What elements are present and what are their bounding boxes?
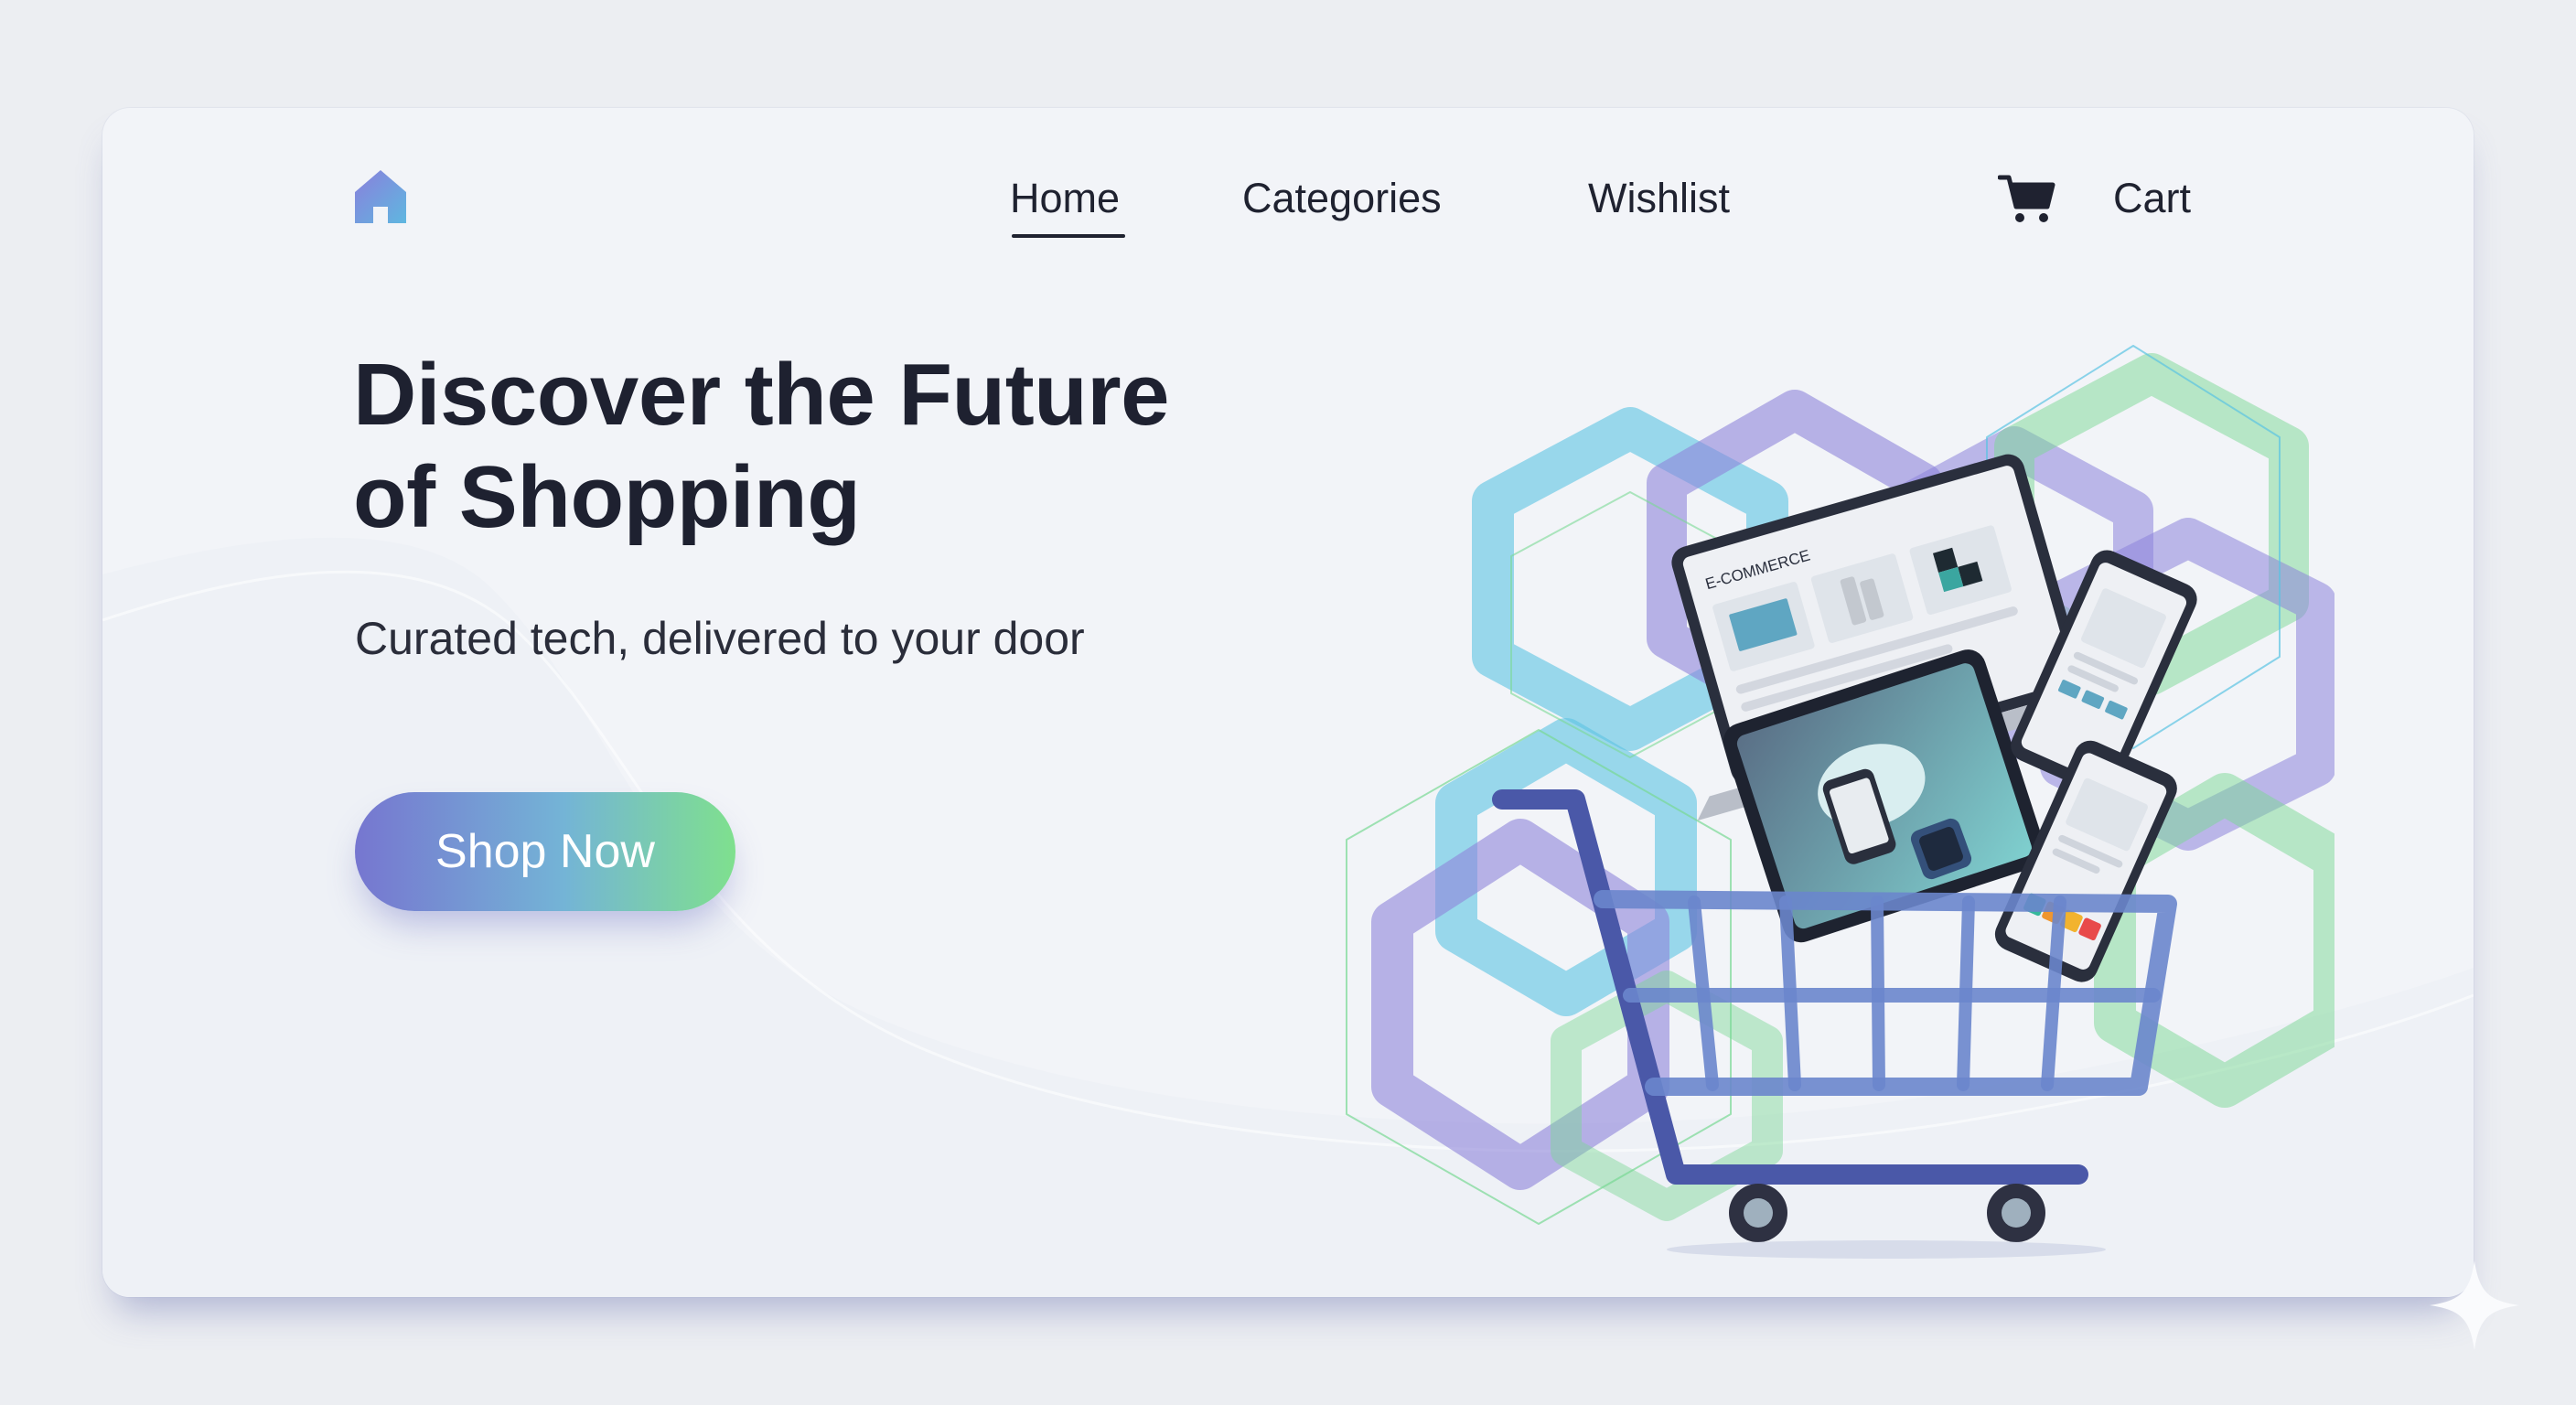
shop-now-button[interactable]: Shop Now xyxy=(355,792,735,911)
hero-title-line-1: Discover the Future xyxy=(353,346,1170,444)
nav-active-indicator xyxy=(1012,234,1125,238)
nav-item-cart[interactable]: Cart xyxy=(2113,176,2191,221)
nav-item-home[interactable]: Home xyxy=(1010,176,1120,221)
hero-title: Discover the Future of Shopping xyxy=(353,344,1359,549)
cart-wheels xyxy=(1667,1184,2106,1259)
hero-title-line-2: of Shopping xyxy=(353,448,861,546)
shopping-cart-icon[interactable] xyxy=(1998,174,2056,225)
home-icon[interactable] xyxy=(351,166,410,225)
hero-card: Home Categories Wishlist Cart Discover t… xyxy=(102,108,2474,1297)
hero-subtitle: Curated tech, delivered to your door xyxy=(355,613,1085,664)
nav-item-wishlist[interactable]: Wishlist xyxy=(1588,176,1730,221)
shopping-cart-illustration: E-COMMERCE xyxy=(1346,345,2334,1259)
sparkle-icon xyxy=(2430,1260,2519,1350)
nav-item-categories[interactable]: Categories xyxy=(1242,176,1442,221)
